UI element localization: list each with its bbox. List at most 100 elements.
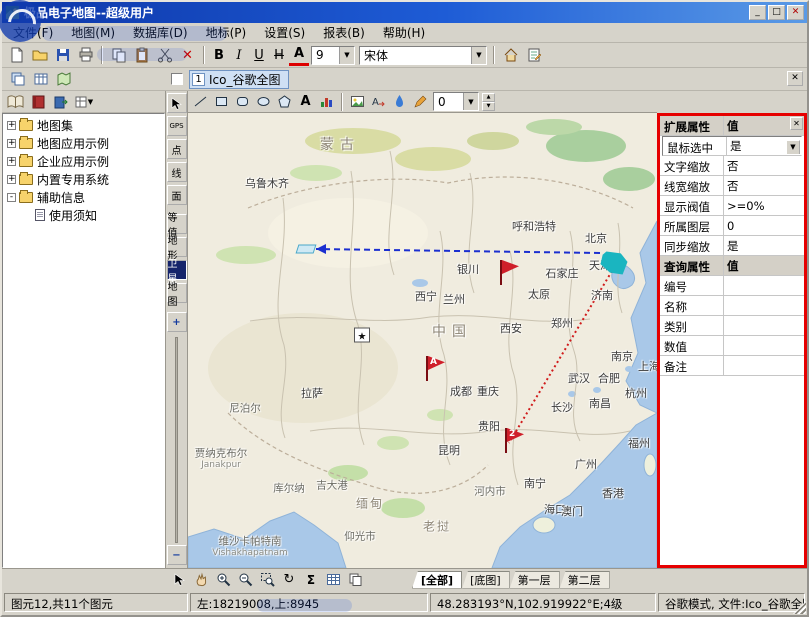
layer-sheet-tab[interactable]: 第一层 xyxy=(510,571,560,589)
pan-button[interactable] xyxy=(190,570,212,589)
book-arrow-button[interactable] xyxy=(50,92,72,112)
draw-rect-button[interactable] xyxy=(211,92,232,111)
property-row[interactable]: 类别 ▼ xyxy=(660,316,804,336)
tree-expand-toggle[interactable]: + xyxy=(7,157,16,166)
statistics-button[interactable]: Σ xyxy=(300,570,322,589)
tree-item[interactable]: - 辅助信息 xyxy=(3,188,164,206)
format-button[interactable]: H xyxy=(269,45,289,66)
layer-sheet-tab[interactable]: 第二层 xyxy=(560,571,610,589)
map-canvas[interactable]: 蒙古乌鲁木齐呼和浩特北京天津银川石家庄太原济南西宁兰州中国西安郑州南京上海武汉合… xyxy=(188,113,657,568)
layer-sheet-tab[interactable]: [全部] xyxy=(412,571,462,589)
zoom-out-button[interactable] xyxy=(234,570,256,589)
chevron-down-icon[interactable]: ▼ xyxy=(339,47,354,64)
property-row[interactable]: 扩展属性 值▼ xyxy=(660,116,804,136)
layer-type-button[interactable]: 地图 xyxy=(167,283,187,303)
draw-polygon-button[interactable] xyxy=(274,92,295,111)
property-row[interactable]: 鼠标选中 是▼ xyxy=(662,136,802,156)
layers-view-button[interactable] xyxy=(6,69,29,90)
cut-button[interactable] xyxy=(153,45,176,66)
tree-item[interactable]: + 地图集 xyxy=(3,116,164,134)
zoom-slider[interactable] xyxy=(175,337,178,543)
select-cursor-button[interactable] xyxy=(167,93,187,113)
menu-item[interactable]: 数据库(D) xyxy=(124,22,197,43)
property-row[interactable]: 显示阀值 >=0%▼ xyxy=(660,196,804,216)
layer-sheet-tab[interactable]: [底图] xyxy=(462,571,510,589)
dropdown-arrow-icon[interactable]: ▼ xyxy=(786,140,800,154)
format-button[interactable]: B xyxy=(209,45,229,66)
pen-button[interactable] xyxy=(410,92,431,111)
tree-expand-toggle[interactable]: - xyxy=(7,193,16,202)
chevron-down-icon[interactable]: ▼ xyxy=(471,47,486,64)
map-tree[interactable]: + 地图集 + 地图应用示例 + 企业应用示例 + 内置专用系统 - xyxy=(2,113,165,568)
tree-expand-toggle[interactable]: + xyxy=(7,139,16,148)
draw-chart-button[interactable] xyxy=(316,92,337,111)
font-color-button[interactable]: A xyxy=(289,45,309,66)
format-button[interactable]: U xyxy=(249,45,269,66)
map-view-button[interactable] xyxy=(52,69,75,90)
property-row[interactable]: 备注 ▼ xyxy=(660,356,804,376)
property-row[interactable]: 编号 ▼ xyxy=(660,276,804,296)
chevron-down-icon[interactable]: ▼ xyxy=(463,93,478,110)
document-tab[interactable]: 1 Ico_谷歌全图 xyxy=(189,70,289,89)
layer-type-button[interactable]: 卫星 xyxy=(167,260,187,280)
property-row[interactable]: 所属图层 0▼ xyxy=(660,216,804,236)
home-button[interactable] xyxy=(499,45,522,66)
property-row[interactable]: 线宽缩放 否▼ xyxy=(660,176,804,196)
tree-item[interactable]: + 企业应用示例 xyxy=(3,152,164,170)
menu-item[interactable]: 地图(M) xyxy=(62,22,124,43)
fill-button[interactable] xyxy=(389,92,410,111)
draw-ellipse-button[interactable] xyxy=(253,92,274,111)
draw-mode-button[interactable]: 点 xyxy=(167,139,187,159)
menu-item[interactable]: 地标(P) xyxy=(197,22,256,43)
line-width-spinner[interactable]: ▲ ▼ xyxy=(482,93,495,111)
draw-mode-button[interactable]: 线 xyxy=(167,162,187,182)
line-width-combo[interactable]: 0 ▼ xyxy=(433,92,479,111)
title-bar[interactable]: 极品电子地图--超级用户 _ □ ✕ xyxy=(2,2,807,23)
copy-view-button[interactable] xyxy=(344,570,366,589)
draw-mode-button[interactable]: GPS xyxy=(167,116,187,136)
property-row[interactable]: 文字缩放 否▼ xyxy=(660,156,804,176)
panel-close-button[interactable]: ✕ xyxy=(790,117,803,130)
print-button[interactable] xyxy=(74,45,97,66)
font-size-combo[interactable]: 9 ▼ xyxy=(311,46,355,65)
label-arrow-button[interactable]: A xyxy=(368,92,389,111)
property-row[interactable]: 查询属性 值▼ xyxy=(660,256,804,276)
tree-item[interactable]: 使用须知 xyxy=(3,206,164,224)
spinner-up-icon[interactable]: ▲ xyxy=(482,93,495,102)
notes-button[interactable] xyxy=(522,45,545,66)
property-row[interactable]: 名称 ▼ xyxy=(660,296,804,316)
tree-item[interactable]: + 地图应用示例 xyxy=(3,134,164,152)
property-row[interactable]: 数值 ▼ xyxy=(660,336,804,356)
layer-checkbox[interactable] xyxy=(171,73,183,85)
tree-options-button[interactable]: ▼ xyxy=(73,92,95,112)
zoom-in-strip-button[interactable]: + xyxy=(167,312,187,332)
new-file-button[interactable] xyxy=(5,45,28,66)
zoom-window-button[interactable] xyxy=(256,570,278,589)
save-button[interactable] xyxy=(51,45,74,66)
open-book-button[interactable] xyxy=(4,92,26,112)
draw-line-button[interactable] xyxy=(190,92,211,111)
bottom-cursor-button[interactable] xyxy=(168,570,190,589)
close-button[interactable]: ✕ xyxy=(787,5,804,20)
tree-expand-toggle[interactable]: + xyxy=(7,121,16,130)
zoom-out-strip-button[interactable]: − xyxy=(167,545,187,565)
draw-mode-button[interactable]: 面 xyxy=(167,185,187,205)
menu-item[interactable]: 报表(B) xyxy=(314,22,374,43)
zoom-in-button[interactable] xyxy=(212,570,234,589)
table-view-button[interactable] xyxy=(29,69,52,90)
tree-item[interactable]: + 内置专用系统 xyxy=(3,170,164,188)
layer-type-button[interactable]: 地形 xyxy=(167,237,187,257)
insert-image-button[interactable] xyxy=(347,92,368,111)
menu-item[interactable]: 设置(S) xyxy=(255,22,314,43)
open-button[interactable] xyxy=(28,45,51,66)
grid-button[interactable] xyxy=(322,570,344,589)
spinner-down-icon[interactable]: ▼ xyxy=(482,102,495,111)
property-row[interactable]: 同步缩放 是▼ xyxy=(660,236,804,256)
tree-expand-toggle[interactable]: + xyxy=(7,175,16,184)
tab-row-close-button[interactable]: ✕ xyxy=(787,71,803,86)
format-button[interactable]: I xyxy=(229,45,249,66)
copy-button[interactable] xyxy=(107,45,130,66)
font-family-combo[interactable]: 宋体 ▼ xyxy=(359,46,487,65)
menu-item[interactable]: 帮助(H) xyxy=(374,22,434,43)
maximize-button[interactable]: □ xyxy=(768,5,785,20)
